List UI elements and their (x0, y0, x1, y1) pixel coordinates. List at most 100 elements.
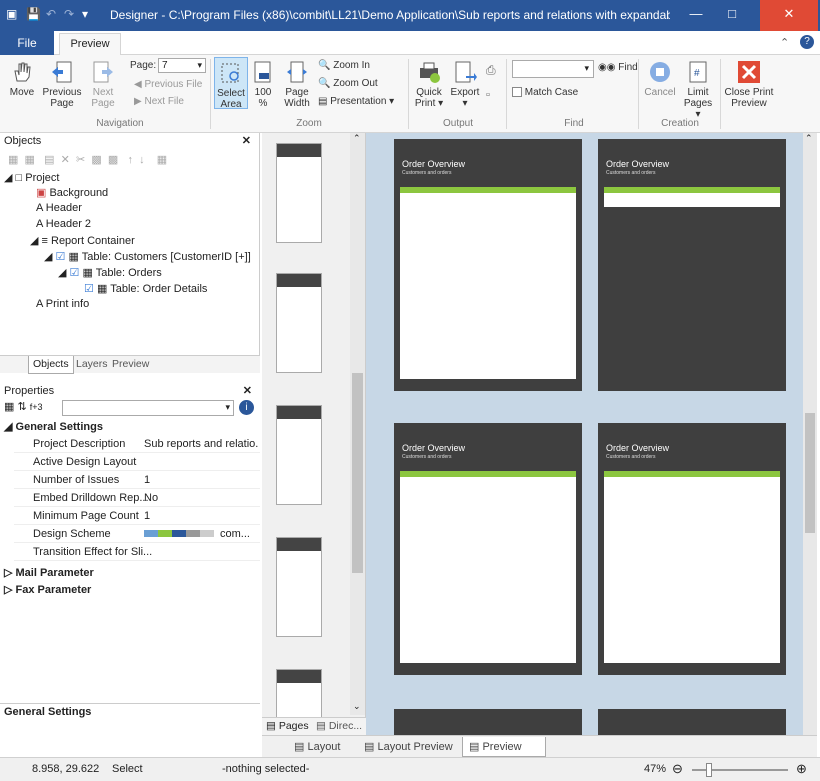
info-icon[interactable]: i (239, 400, 254, 415)
page-thumbnail[interactable] (276, 537, 322, 637)
select-area-button[interactable]: Select Area (214, 57, 248, 110)
tree-item-report-container[interactable]: ◢ ≡ Report Container (30, 234, 135, 247)
previous-page-button[interactable]: Previous Page (40, 59, 84, 109)
tree-item-table-customers[interactable]: ◢ ☑ ▦ Table: Customers [CustomerID [+]] (44, 250, 251, 263)
checkbox-checked-icon[interactable]: ☑ (70, 267, 80, 279)
property-row[interactable]: Project Description Sub reports and relat… (14, 435, 260, 453)
undo-icon[interactable]: ↶ (46, 7, 56, 21)
preview-page[interactable]: Order Overview Customers and orders (394, 139, 582, 391)
group-general-settings[interactable]: ◢ General Settings (4, 420, 103, 433)
move-down-icon[interactable]: ↓ (139, 154, 145, 166)
cancel-button[interactable]: Cancel (642, 59, 678, 98)
preview-page[interactable]: Order Overview Customers and orders (394, 423, 582, 675)
export-button[interactable]: Export ▾ (448, 59, 482, 109)
property-row[interactable]: Embed Drilldown Rep... No (14, 489, 260, 507)
match-case-checkbox[interactable]: Match Case (512, 87, 578, 98)
find-input[interactable]: ▾ (512, 60, 594, 78)
scroll-up-icon[interactable]: ⌃ (805, 133, 813, 144)
delete-icon[interactable]: ✕ (61, 154, 70, 166)
preview-page[interactable] (598, 709, 786, 735)
checkbox-checked-icon[interactable]: ☑ (84, 283, 94, 295)
previous-file-button[interactable]: ◀ Previous File (134, 79, 202, 90)
tab-layout[interactable]: ▤ Layout (288, 737, 346, 757)
toolbar-icon[interactable]: ▤ (44, 154, 54, 166)
page-thumbnail[interactable] (276, 669, 322, 719)
close-window-button[interactable]: ✕ (760, 0, 818, 31)
close-print-preview-button[interactable]: Close Print Preview (724, 59, 774, 109)
tab-file[interactable]: File (0, 31, 54, 55)
quick-access-menu-icon[interactable]: ▾ (82, 7, 88, 21)
preview-page[interactable] (394, 709, 582, 735)
close-icon[interactable]: ✕ (243, 384, 252, 397)
tab-objects[interactable]: Objects (28, 356, 74, 374)
zoom-in-icon[interactable]: ⊕ (796, 761, 807, 777)
presentation-button[interactable]: ▤ Presentation ▾ (318, 96, 394, 107)
send-icon[interactable]: ▫ (486, 89, 490, 101)
next-page-button[interactable]: Next Page (86, 59, 120, 109)
scrollbar-thumb[interactable] (805, 413, 815, 533)
find-button[interactable]: ◉◉ Find (598, 62, 638, 73)
group-fax-parameter[interactable]: ▷ Fax Parameter (4, 583, 91, 596)
categorized-icon[interactable]: ▦ (4, 401, 14, 413)
formula-icon[interactable]: f+3 (30, 402, 43, 412)
move-button[interactable]: Move (4, 59, 40, 98)
toolbar-icon[interactable]: ▦ (157, 154, 167, 166)
property-row[interactable]: Design Scheme com... (14, 525, 260, 543)
tab-layers[interactable]: Layers (72, 356, 112, 374)
tab-preview-objects[interactable]: Preview (108, 356, 153, 374)
scroll-down-icon[interactable]: ⌄ (353, 701, 361, 712)
paste-icon[interactable]: ▩ (108, 154, 118, 166)
page-thumbnail[interactable] (276, 273, 322, 373)
page-thumbnail[interactable] (276, 405, 322, 505)
zoom-slider-thumb[interactable] (706, 763, 712, 777)
redo-icon[interactable]: ↷ (64, 7, 74, 21)
tree-item-print-info[interactable]: A Print info (36, 298, 89, 310)
tree-item-background[interactable]: ▣ Background (36, 186, 108, 199)
toolbar-icon[interactable]: ▦ (25, 154, 35, 166)
scrollbar-thumb[interactable] (352, 373, 363, 573)
tree-item-table-order-details[interactable]: ☑ ▦ Table: Order Details (84, 282, 207, 295)
zoom-in-button[interactable]: 🔍 Zoom In (318, 60, 370, 71)
cut-icon[interactable]: ✂ (76, 154, 85, 166)
page-thumbnail[interactable] (276, 143, 322, 243)
tree-item-project[interactable]: ◢ □ Project (4, 171, 59, 184)
tree-item-header-2[interactable]: A Header 2 (36, 218, 91, 230)
page-select[interactable]: 7 ▾ (158, 58, 206, 73)
limit-pages-button[interactable]: # Limit Pages ▾ (680, 59, 716, 120)
property-row[interactable]: Minimum Page Count 1 (14, 507, 260, 525)
zoom-slider[interactable] (692, 763, 788, 777)
zoom-out-icon[interactable]: ⊖ (672, 761, 683, 777)
property-row[interactable]: Transition Effect for Sli... (14, 543, 260, 561)
tab-preview[interactable]: Preview (59, 33, 121, 56)
tab-pages[interactable]: ▤ Pages (266, 720, 309, 732)
tree-item-table-orders[interactable]: ◢ ☑ ▦ Table: Orders (58, 266, 162, 279)
copy-icon[interactable]: ▩ (91, 154, 101, 166)
property-row[interactable]: Number of Issues 1 (14, 471, 260, 489)
move-up-icon[interactable]: ↑ (127, 154, 133, 166)
tree-item-header[interactable]: A Header (36, 202, 82, 214)
scroll-up-icon[interactable]: ⌃ (353, 133, 361, 144)
zoom-out-button[interactable]: 🔍 Zoom Out (318, 78, 378, 89)
toolbar-icon[interactable]: ▦ (8, 154, 18, 166)
tab-layout-preview[interactable]: ▤ Layout Preview (358, 737, 459, 757)
sort-az-icon[interactable]: ⇅ (17, 401, 26, 413)
group-mail-parameter[interactable]: ▷ Mail Parameter (4, 566, 94, 579)
property-value-input[interactable]: ▾ (62, 400, 234, 416)
save-icon[interactable]: 💾 (26, 7, 41, 21)
maximize-button[interactable]: □ (716, 0, 748, 31)
print-icon[interactable]: ⎙ (486, 63, 496, 78)
thumbnail-scrollbar[interactable]: ⌃ ⌄ (350, 133, 365, 715)
tab-directory[interactable]: ▤ Direc... (316, 720, 362, 732)
help-icon[interactable]: ? (800, 35, 814, 49)
zoom-100-button[interactable]: 100 % (250, 59, 276, 109)
close-icon[interactable]: ✕ (242, 134, 251, 147)
minimize-button[interactable]: — (680, 0, 712, 31)
preview-page[interactable]: Order Overview Customers and orders (598, 139, 786, 391)
preview-area[interactable]: Order Overview Customers and orders Orde… (366, 133, 817, 735)
collapse-ribbon-icon[interactable]: ⌃ (780, 36, 789, 49)
page-width-button[interactable]: Page Width (280, 59, 314, 109)
quick-print-button[interactable]: Quick Print ▾ (412, 59, 446, 109)
preview-page[interactable]: Order Overview Customers and orders (598, 423, 786, 675)
preview-scrollbar[interactable]: ⌃ (803, 133, 817, 735)
checkbox-checked-icon[interactable]: ☑ (56, 251, 66, 263)
